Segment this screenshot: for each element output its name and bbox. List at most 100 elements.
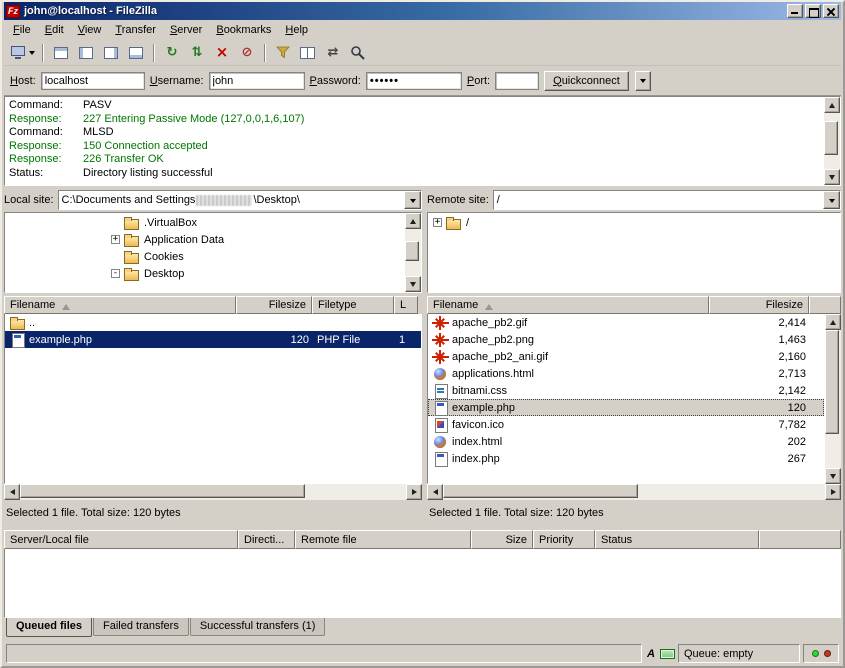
tree-item-label: / — [466, 217, 469, 229]
file-row[interactable]: apache_pb2.gif 2,414 — [428, 314, 824, 331]
tree-expander-icon[interactable]: + — [111, 235, 120, 244]
port-input[interactable] — [495, 72, 539, 90]
combo-dropdown-button[interactable] — [823, 191, 840, 209]
scroll-right-button[interactable] — [406, 484, 422, 500]
tree-expander-icon[interactable]: + — [433, 218, 442, 227]
scroll-right-button[interactable] — [825, 484, 841, 500]
directory-comparison-button[interactable] — [296, 42, 320, 64]
queue-column-status[interactable]: Status — [595, 530, 759, 549]
local-list-hscrollbar[interactable] — [4, 484, 422, 500]
file-row[interactable]: index.html 202 — [428, 433, 824, 450]
toggle-remote-tree-button[interactable] — [99, 42, 123, 64]
file-row[interactable]: bitnami.css 2,142 — [428, 382, 824, 399]
tree-expander-icon[interactable]: - — [111, 269, 120, 278]
menu-item[interactable]: Edit — [38, 22, 71, 38]
local-tree-scrollbar[interactable] — [405, 213, 421, 292]
window-title: john@localhost - FileZilla — [24, 5, 783, 17]
menu-item[interactable]: Help — [278, 22, 315, 38]
username-input[interactable] — [209, 72, 305, 90]
disconnect-button[interactable]: ⊘ — [235, 42, 259, 64]
synchronized-browsing-button[interactable]: ⇄ — [321, 42, 345, 64]
find-files-button[interactable] — [346, 42, 370, 64]
filter-button[interactable] — [271, 42, 295, 64]
speed-limits-icon[interactable] — [660, 649, 675, 659]
tree-item[interactable]: .VirtualBox — [5, 214, 421, 231]
combo-dropdown-button[interactable] — [404, 191, 421, 209]
remote-site-combo[interactable]: / — [493, 190, 841, 210]
queue-status-panel: Queue: empty — [678, 644, 800, 663]
remote-list-scrollbar[interactable] — [825, 314, 841, 484]
close-icon[interactable] — [823, 4, 839, 18]
toggle-local-tree-button[interactable] — [74, 42, 98, 64]
maximize-icon[interactable] — [805, 4, 821, 18]
host-input[interactable] — [41, 72, 145, 90]
queue-tab[interactable]: Successful transfers (1) — [190, 618, 326, 636]
file-row[interactable]: applications.html 2,713 — [428, 365, 824, 382]
scroll-up-button[interactable] — [825, 314, 841, 330]
process-queue-button[interactable]: ⇅ — [185, 42, 209, 64]
column-header-lastmodified[interactable]: L — [394, 296, 418, 314]
queue-view-icon — [129, 47, 143, 59]
queue-splitter[interactable] — [4, 522, 841, 530]
column-header-filename[interactable]: Filename — [427, 296, 709, 314]
file-type-icon — [432, 418, 449, 432]
queue-column-remote-file[interactable]: Remote file — [295, 530, 471, 549]
queue-column-direction[interactable]: Directi... — [238, 530, 295, 549]
menu-item[interactable]: File — [6, 22, 38, 38]
toggle-message-log-button[interactable] — [49, 42, 73, 64]
queue-column-size[interactable]: Size — [471, 530, 533, 549]
cancel-button[interactable]: × — [210, 42, 234, 64]
tree-item[interactable]: - Desktop — [5, 265, 421, 282]
column-header-filetype[interactable]: Filetype — [312, 296, 394, 314]
scroll-left-button[interactable] — [4, 484, 20, 500]
file-row[interactable]: .. — [5, 314, 421, 331]
column-header-filesize[interactable]: Filesize — [709, 296, 809, 314]
column-header-filesize[interactable]: Filesize — [236, 296, 312, 314]
file-row[interactable]: example.php 120 PHP File 1 — [5, 331, 421, 348]
file-type: PHP File — [313, 331, 395, 348]
scroll-down-button[interactable] — [824, 169, 840, 185]
queue-column-server-local-file[interactable]: Server/Local file — [4, 530, 238, 549]
file-row[interactable]: apache_pb2_ani.gif 2,160 — [428, 348, 824, 365]
tree-expander-icon[interactable] — [111, 252, 120, 261]
file-row[interactable]: favicon.ico 7,782 — [428, 416, 824, 433]
menu-item[interactable]: Transfer — [108, 22, 163, 38]
log-line-type: Response: — [9, 153, 83, 167]
scroll-down-button[interactable] — [825, 468, 841, 484]
find-files-icon — [350, 45, 366, 61]
file-row[interactable]: apache_pb2.png 1,463 — [428, 331, 824, 348]
username-label: Username: — [150, 75, 204, 87]
tree-item[interactable]: + / — [428, 214, 840, 231]
tree-item[interactable]: Cookies — [5, 248, 421, 265]
log-scrollbar[interactable] — [824, 97, 840, 185]
queue-column-priority[interactable]: Priority — [533, 530, 595, 549]
local-status-text: Selected 1 file. Total size: 120 bytes — [4, 500, 422, 522]
file-row[interactable]: example.php 120 — [428, 399, 824, 416]
scroll-up-button[interactable] — [824, 97, 840, 113]
statusbar-main-panel — [6, 644, 642, 663]
local-site-label: Local site: — [4, 194, 54, 206]
log-line: Response:227 Entering Passive Mode (127,… — [9, 113, 822, 127]
menu-item[interactable]: View — [71, 22, 109, 38]
refresh-button[interactable]: ↻ — [160, 42, 184, 64]
quickconnect-dropdown-button[interactable] — [635, 71, 651, 91]
queue-tab[interactable]: Queued files — [6, 618, 92, 637]
local-site-combo[interactable]: C:\Documents and Settings\Desktop\ — [58, 190, 422, 210]
tree-item[interactable]: + Application Data — [5, 231, 421, 248]
file-row[interactable]: index.php 267 — [428, 450, 824, 467]
queue-tab[interactable]: Failed transfers — [93, 618, 189, 636]
site-manager-button[interactable] — [8, 42, 37, 64]
quickconnect-button[interactable]: Quickconnect — [544, 71, 629, 91]
scroll-down-button[interactable] — [405, 276, 421, 292]
tree-expander-icon[interactable] — [111, 218, 120, 227]
password-input[interactable] — [366, 72, 462, 90]
minimize-icon[interactable] — [787, 4, 803, 18]
menu-item[interactable]: Server — [163, 22, 209, 38]
scroll-left-button[interactable] — [427, 484, 443, 500]
remote-list-hscrollbar[interactable] — [427, 484, 841, 500]
toggle-queue-button[interactable] — [124, 42, 148, 64]
menu-item[interactable]: Bookmarks — [209, 22, 278, 38]
column-header-filename[interactable]: Filename — [4, 296, 236, 314]
message-log: Command:PASV Response:227 Entering Passi… — [4, 96, 841, 186]
scroll-up-button[interactable] — [405, 213, 421, 229]
